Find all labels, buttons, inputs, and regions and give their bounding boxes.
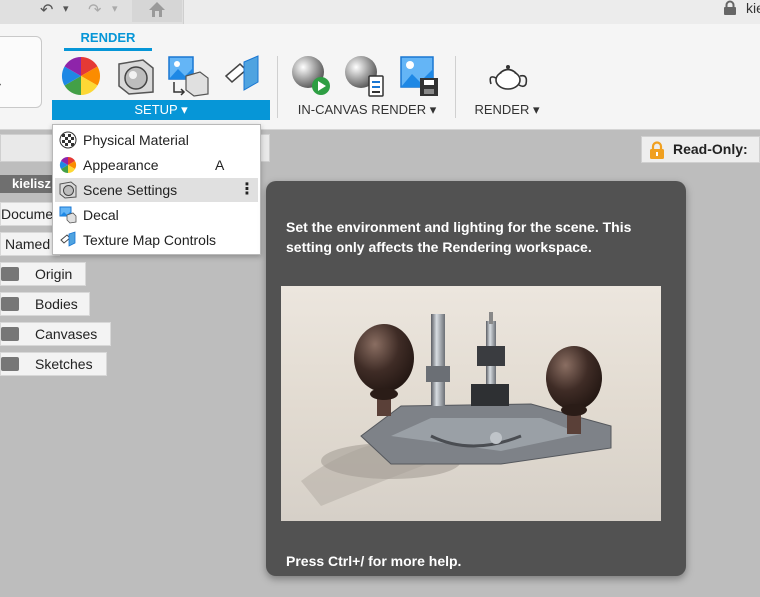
tree-folder-origin[interactable]: Origin [0, 262, 86, 286]
title-bar: ↶ ▾ ↷ ▾ kie [0, 0, 760, 24]
undo-button[interactable]: ↶ [40, 0, 53, 19]
menu-item-decal[interactable]: Decal [55, 203, 258, 227]
tab-render[interactable]: RENDER [64, 30, 152, 45]
folder-icon [1, 297, 19, 311]
tooltip-description: Set the environment and lighting for the… [286, 219, 632, 255]
menu-item-physical-material[interactable]: Physical Material [55, 128, 258, 152]
sphere-settings-icon [345, 56, 384, 97]
undo-dropdown-caret[interactable]: ▾ [63, 2, 69, 20]
tree-folder-bodies[interactable]: Bodies [0, 292, 90, 316]
redo-button[interactable]: ↷ [88, 0, 101, 19]
in-canvas-render-tool[interactable] [289, 54, 333, 98]
texture-map-icon [224, 55, 259, 91]
read-only-label: Read-Only: [673, 141, 748, 157]
active-tab-indicator [64, 48, 152, 51]
group-separator [455, 56, 456, 118]
checker-sphere-icon [59, 131, 77, 149]
menu-item-label: Scene Settings [83, 182, 178, 198]
menu-item-label: Physical Material [83, 132, 189, 148]
sphere-play-icon [292, 56, 330, 95]
tooltip-preview-image [281, 286, 661, 521]
menu-item-label: Decal [83, 207, 119, 223]
tree-folder-canvases[interactable]: Canvases [0, 322, 111, 346]
scene-settings-icon [59, 181, 77, 199]
chevron-down-icon: ▾ [0, 81, 1, 90]
folder-icon [1, 327, 19, 341]
scene-settings-icon [118, 59, 154, 95]
quick-access-toolbar: ↶ ▾ ↷ ▾ [0, 0, 184, 24]
tooltip-help-hint: Press Ctrl+/ for more help. [286, 553, 462, 569]
color-wheel-icon [59, 156, 77, 174]
scene-settings-tool[interactable] [113, 54, 157, 98]
in-canvas-render-group-button[interactable]: IN-CANVAS RENDER ▾ [287, 100, 447, 120]
capture-image-tool[interactable] [397, 54, 441, 98]
folder-icon [1, 267, 19, 281]
tree-row-document-settings[interactable]: Docume [0, 202, 60, 226]
menu-item-scene-settings[interactable]: Scene Settings ⋮ [55, 178, 258, 202]
home-button[interactable] [132, 0, 182, 22]
toolbar-ribbon: ▾ RENDER [0, 24, 760, 130]
capture-image-icon [400, 56, 438, 96]
tree-label: Canvases [35, 326, 98, 342]
menu-item-label: Appearance [83, 157, 159, 173]
lock-icon [724, 0, 736, 15]
render-group-button[interactable]: RENDER ▾ [462, 100, 552, 120]
user-name[interactable]: kie [746, 0, 760, 16]
appearance-tool[interactable] [59, 54, 103, 98]
more-options-icon[interactable]: ⋮ [239, 178, 255, 202]
tree-label: Bodies [35, 296, 78, 312]
decal-icon [59, 206, 77, 224]
menu-item-label: Texture Map Controls [83, 232, 217, 248]
tree-label: Docume [1, 206, 54, 222]
tree-row-named-views[interactable]: Named [0, 232, 60, 256]
home-icon [149, 2, 165, 17]
decal-tool[interactable] [166, 54, 210, 98]
color-wheel-icon [61, 56, 101, 96]
scene-settings-tooltip: Set the environment and lighting for the… [266, 181, 686, 576]
teapot-icon [489, 65, 528, 90]
tree-label: Sketches [35, 356, 93, 372]
decal-icon [168, 56, 209, 97]
tree-label: Named [5, 236, 51, 252]
setup-dropdown-menu: Physical Material Appearance A Scene Set… [52, 124, 261, 255]
folder-icon [1, 357, 19, 371]
texture-map-tool[interactable] [220, 54, 264, 98]
keyboard-shortcut: A [215, 157, 225, 173]
menu-item-appearance[interactable]: Appearance A [55, 153, 258, 177]
tree-label: Origin [35, 266, 73, 282]
read-only-badge[interactable]: Read-Only: [641, 136, 760, 163]
lock-icon [650, 141, 664, 159]
tree-folder-sketches[interactable]: Sketches [0, 352, 107, 376]
group-separator [277, 56, 278, 118]
setup-group-button[interactable]: SETUP ▾ [52, 100, 270, 120]
in-canvas-render-settings-tool[interactable] [343, 54, 387, 98]
texture-map-icon [60, 231, 76, 247]
redo-dropdown-caret[interactable]: ▾ [112, 2, 118, 20]
menu-item-texture-map-controls[interactable]: Texture Map Controls [55, 228, 258, 252]
browser-title: kielisz [0, 175, 60, 193]
router-render-image [281, 286, 661, 521]
render-tool[interactable] [486, 54, 530, 98]
workspace-switcher[interactable]: ▾ [0, 36, 42, 108]
